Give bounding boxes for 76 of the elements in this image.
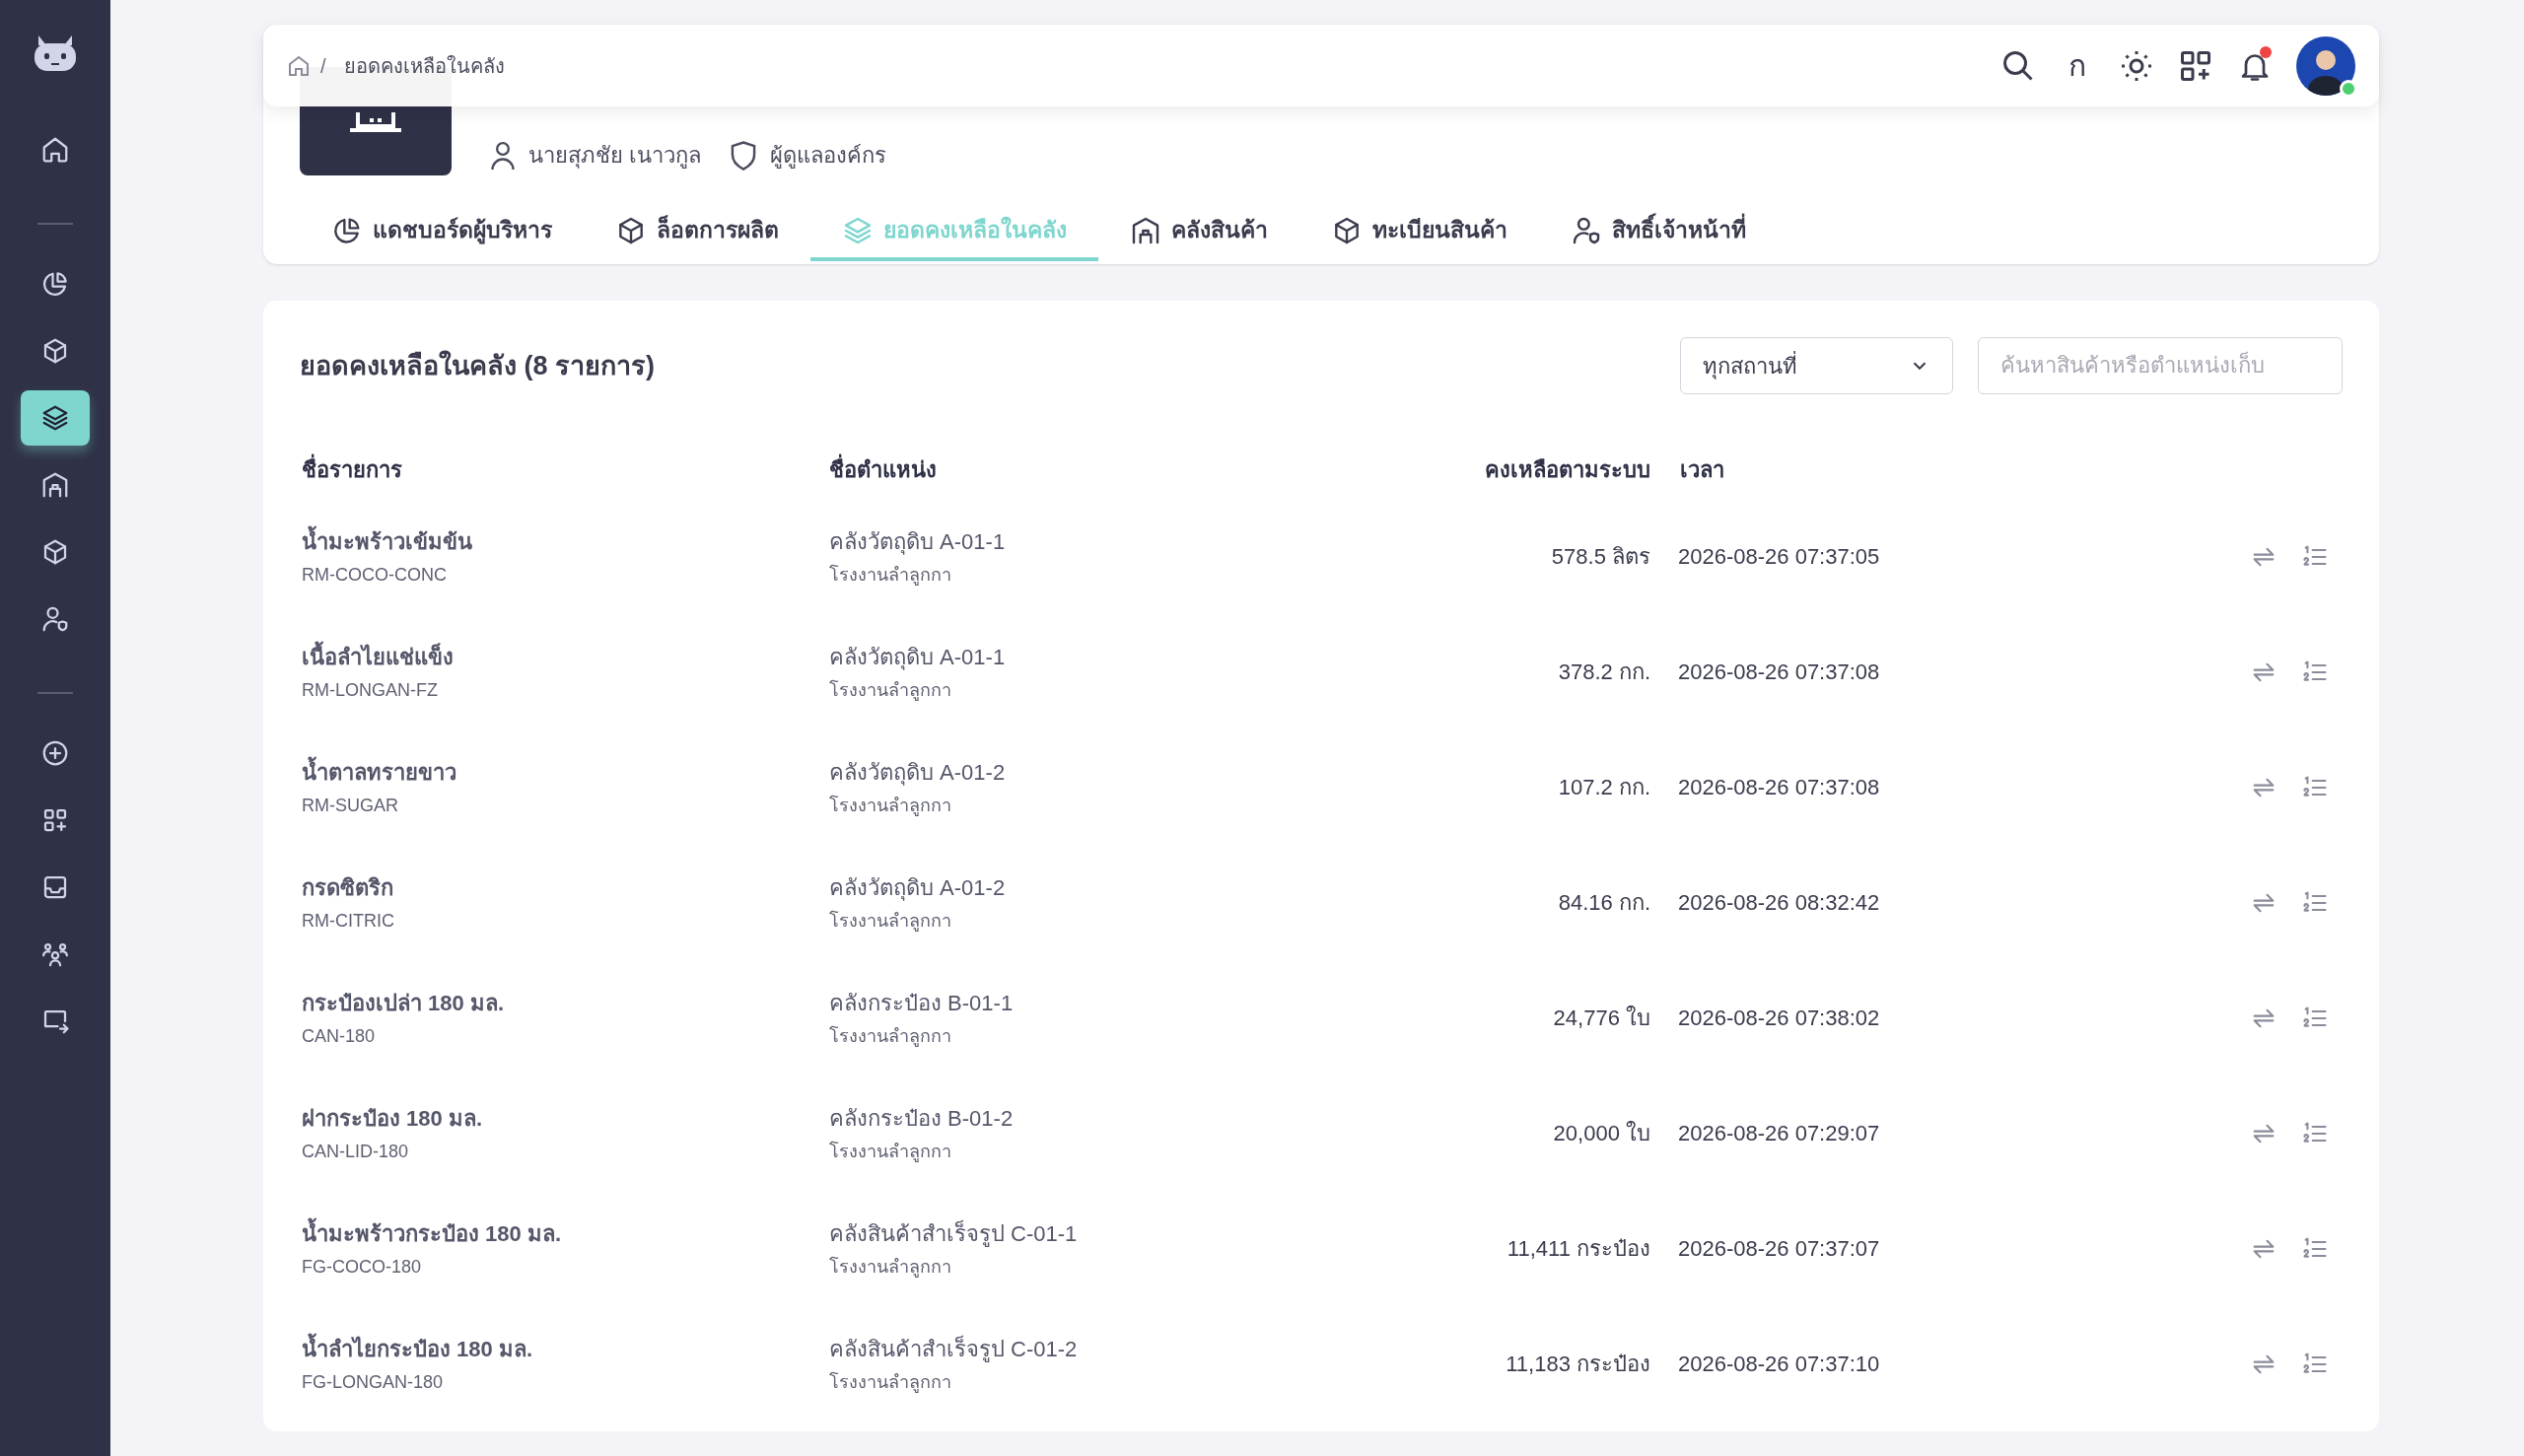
breadcrumb-separator: / [320,53,326,79]
item-name: กรดซิตริก [302,873,393,902]
timestamp: 2026-08-26 07:37:10 [1678,1351,1880,1378]
location-name: คลังวัตถุดิบ A-01-1 [829,643,1006,672]
location-name: คลังสินค้าสำเร็จรูป C-01-1 [829,1218,1078,1249]
tab[interactable]: ทะเบียนสินค้า [1299,203,1539,261]
location-name: คลังกระป๋อง B-01-1 [829,989,1014,1017]
item-code: RM-COCO-CONC [302,563,447,587]
column-header: ชื่อตำแหน่ง [827,452,1320,486]
sidebar-item[interactable] [21,390,90,446]
warehouse-icon [40,470,70,500]
quantity: 24,776 ใบ [1553,1005,1650,1032]
breadcrumb-current: ยอดคงเหลือในคลัง [343,53,505,79]
quantity: 11,183 กระป๋อง [1506,1351,1650,1378]
timestamp: 2026-08-26 07:37:05 [1678,543,1880,571]
column-header: เวลา [1679,455,1725,484]
user-role: ผู้ดูแลองค์กร [770,142,887,171]
timestamp: 2026-08-26 07:37:08 [1678,659,1880,686]
tab[interactable]: ล็อตการผลิต [584,203,810,261]
site-name: โรงงานลำลูกกา [829,1140,951,1164]
quantity: 20,000 ใบ [1553,1120,1650,1147]
site-name: โรงงานลำลูกกา [829,909,951,934]
tab[interactable]: สิทธิ์เจ้าหน้าที่ [1539,203,1778,261]
pie-chart-icon [40,269,70,299]
site-name: โรงงานลำลูกกา [829,1255,951,1280]
search-field[interactable]: ค้นหาสินค้าหรือตำแหน่งเก็บ [1978,337,2343,394]
timestamp: 2026-08-26 07:38:02 [1678,1005,1880,1032]
building-icon [348,110,403,134]
user-name: นายสุภชัย เนาวกูล [528,142,702,171]
user-icon [489,139,517,172]
panel-title: ยอดคงเหลือในคลัง (8 รายการ) [300,349,655,382]
tab[interactable]: แดชบอร์ดผู้บริหาร [300,203,584,261]
quantity: 107.2 กก. [1558,774,1650,801]
location-select[interactable]: ทุกสถานที่ [1680,337,1953,394]
site-name: โรงงานลำลูกกา [829,678,951,703]
quantity: 378.2 กก. [1558,659,1650,686]
location-name: คลังกระป๋อง B-01-2 [829,1104,1014,1133]
item-name: เนื้อลำไยแช่แข็ง [302,640,454,673]
item-code: RM-CITRIC [302,909,394,933]
site-name: โรงงานลำลูกกา [829,563,951,588]
quantity: 11,411 กระป๋อง [1507,1235,1650,1263]
site-name: โรงงานลำลูกกา [829,1370,951,1395]
home-icon [40,135,70,165]
item-code: FG-LONGAN-180 [302,1370,444,1394]
item-name: น้ำลำไยกระป๋อง 180 มล. [302,1332,533,1365]
location-name: คลังวัตถุดิบ A-01-1 [829,527,1006,557]
item-name: กระป๋องเปล่า 180 มล. [302,989,505,1017]
location-name: คลังสินค้าสำเร็จรูป C-01-2 [829,1334,1078,1364]
item-code: FG-COCO-180 [302,1255,422,1279]
timestamp: 2026-08-26 07:37:07 [1678,1235,1880,1263]
item-code: CAN-180 [302,1024,376,1048]
site-name: โรงงานลำลูกกา [829,794,951,818]
item-name: ฝากระป๋อง 180 มล. [302,1104,483,1133]
plus-circle-icon [40,738,70,768]
quantity: 578.5 ลิตร [1551,543,1650,571]
item-code: CAN-LID-180 [302,1140,409,1163]
item-name: น้ำมะพร้าวกระป๋อง 180 มล. [302,1216,562,1250]
location-name: คลังวัตถุดิบ A-01-2 [829,758,1006,788]
timestamp: 2026-08-26 07:29:07 [1678,1120,1880,1147]
column-header: คงเหลือตามระบบ [1484,455,1650,484]
item-code: RM-LONGAN-FZ [302,678,438,702]
home-icon[interactable] [287,53,311,78]
location-name: คลังวัตถุดิบ A-01-2 [829,873,1006,903]
language-button[interactable]: ก [2060,43,2095,88]
column-header: ชื่อรายการ [300,452,827,486]
avatar[interactable] [2296,35,2355,96]
timestamp: 2026-08-26 08:32:42 [1678,889,1880,917]
item-code: RM-SUGAR [302,794,398,817]
timestamp: 2026-08-26 07:37:08 [1678,774,1880,801]
item-name: น้ำตาลทรายขาว [302,755,456,789]
quantity: 84.16 กก. [1558,889,1650,917]
user-shield-icon [40,604,70,634]
layers-icon [40,403,70,433]
item-name: น้ำมะพร้าวเข้มข้น [302,524,472,558]
site-name: โรงงานลำลูกกา [829,1024,951,1049]
tab[interactable]: คลังสินค้า [1098,203,1299,261]
